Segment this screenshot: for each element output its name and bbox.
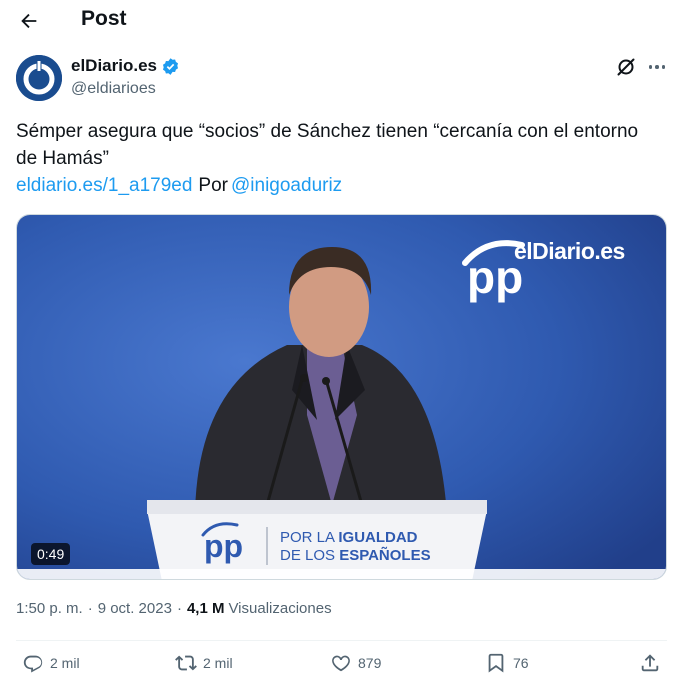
mention-link[interactable]: @inigoaduriz: [231, 175, 342, 196]
article-link[interactable]: eldiario.es/1_a179ed: [16, 175, 192, 196]
like-button[interactable]: 879: [330, 652, 381, 674]
post-date[interactable]: 9 oct. 2023: [98, 600, 172, 617]
views-count: 4,1 M: [186, 600, 225, 617]
bookmark-count: 76: [513, 655, 529, 671]
divider: [16, 640, 667, 641]
tweet-link-row: eldiario.es/1_a179ed Por @inigoaduriz: [16, 174, 342, 198]
podium-text-2b: ESPAÑOLES: [339, 546, 430, 564]
svg-text:DE LOS ESPAÑOLES: DE LOS ESPAÑOLES: [280, 546, 431, 564]
share-icon: [641, 654, 659, 672]
author-name[interactable]: elDiario.es: [71, 56, 157, 76]
like-icon: [332, 655, 350, 672]
back-button[interactable]: [14, 6, 44, 36]
action-bar: 2 mil 2 mil 879 76: [0, 652, 685, 684]
reply-button[interactable]: 2 mil: [22, 652, 80, 674]
video-player[interactable]: pp pp POR LA IGUALDAD DE LOS ESPAÑOLES e…: [16, 214, 667, 580]
like-count: 879: [358, 655, 382, 671]
repost-icon: [175, 655, 197, 671]
video-duration: 0:49: [31, 543, 71, 565]
video-frame: pp pp POR LA IGUALDAD DE LOS ESPAÑOLES: [17, 215, 666, 579]
meta-separator: ·: [87, 600, 93, 617]
grok-icon: [617, 58, 635, 76]
eldiario-logo-icon: [16, 55, 62, 101]
meta-separator: ·: [176, 600, 182, 617]
back-arrow-icon: [21, 13, 37, 29]
svg-text:pp: pp: [204, 528, 243, 564]
video-watermark: elDiario.es: [514, 238, 625, 264]
post-time[interactable]: 1:50 p. m.: [16, 600, 83, 617]
views-label: Visualizaciones: [228, 600, 332, 617]
verified-badge-icon: [162, 57, 179, 75]
repost-count: 2 mil: [203, 655, 233, 671]
by-label: Por: [198, 175, 228, 196]
author-handle[interactable]: @eldiarioes: [71, 80, 156, 98]
post-meta: 1:50 p. m. · 9 oct. 2023 · 4,1 M Visuali…: [16, 600, 332, 617]
author-name-row: elDiario.es: [71, 56, 180, 76]
avatar[interactable]: [16, 55, 62, 101]
bookmark-button[interactable]: 76: [485, 652, 529, 674]
reply-icon: [23, 655, 43, 673]
repost-button[interactable]: 2 mil: [175, 652, 233, 674]
post-header: Post: [0, 0, 685, 42]
reply-count: 2 mil: [50, 655, 80, 671]
grok-button[interactable]: [614, 55, 638, 79]
more-icon: [648, 65, 653, 69]
bookmark-icon: [488, 653, 504, 673]
page-title: Post: [81, 7, 127, 30]
share-button[interactable]: [639, 652, 661, 674]
tweet-text: Sémper asegura que “socios” de Sánchez t…: [16, 121, 639, 169]
podium-text-2a: DE LOS: [280, 547, 339, 564]
podium-text-1a: POR LA: [280, 529, 338, 546]
svg-text:POR LA IGUALDAD: POR LA IGUALDAD: [280, 529, 418, 546]
podium-text-1b: IGUALDAD: [338, 529, 417, 546]
more-button[interactable]: [644, 55, 670, 79]
